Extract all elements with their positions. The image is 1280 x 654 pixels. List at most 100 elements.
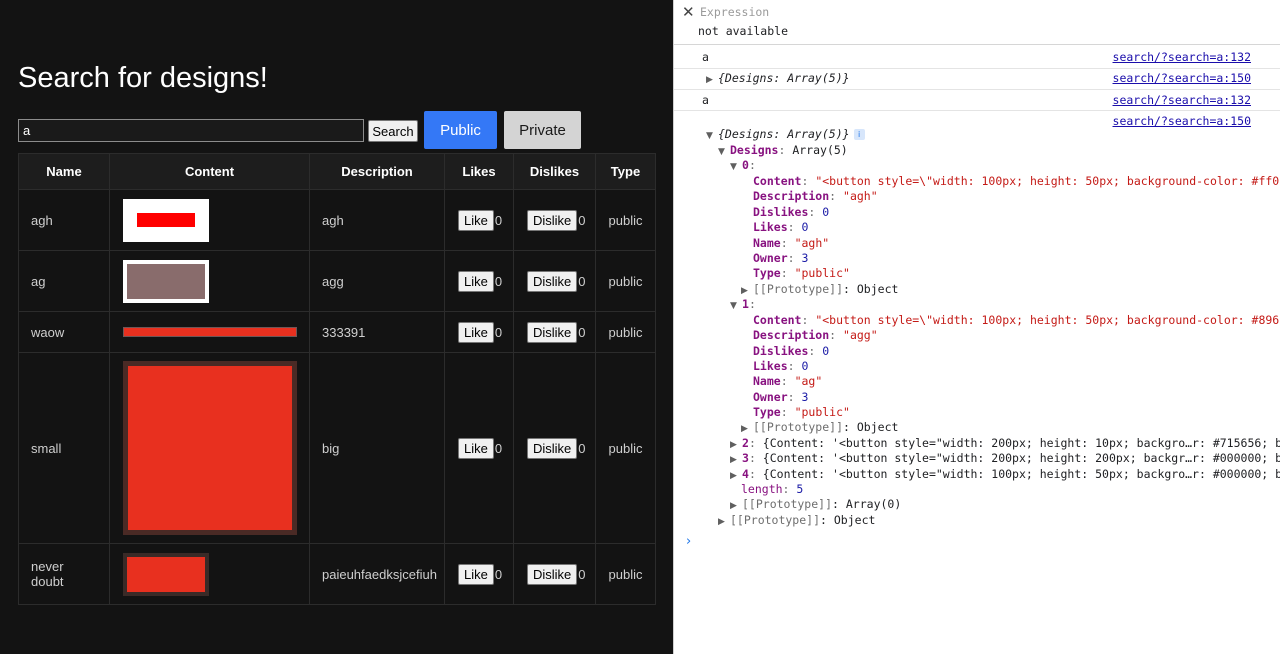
design-description: 333391 xyxy=(309,311,445,353)
close-icon[interactable]: ✕ xyxy=(682,3,695,21)
design-name: ag xyxy=(18,250,110,312)
designs-table: Name Content Description Likes Dislikes … xyxy=(18,153,656,605)
prop-type: Type: "public" xyxy=(753,266,850,280)
public-button[interactable]: Public xyxy=(424,111,497,149)
like-count: 0 xyxy=(494,440,503,456)
dislike-button[interactable]: Dislike xyxy=(527,437,578,459)
expand-triangle-icon[interactable]: ▶ xyxy=(730,455,742,465)
design-description: agh xyxy=(309,189,445,251)
prop-owner: Owner: 3 xyxy=(753,390,809,404)
design-description: agg xyxy=(309,250,445,312)
prop-content: Content: "<button style=\"width: 100px; … xyxy=(753,174,1280,188)
expression-value: not available xyxy=(698,24,789,38)
table-row: ag agg Like 0 Dislike 0 public xyxy=(18,250,656,312)
like-count: 0 xyxy=(494,566,503,582)
object-prototype-row[interactable]: ▶ [[Prototype]]: Object xyxy=(718,513,875,527)
design-preview-button[interactable] xyxy=(123,552,209,596)
design-preview-button[interactable] xyxy=(123,361,297,535)
design-description: big xyxy=(309,352,445,544)
prop-description: Description: "agh" xyxy=(753,189,878,203)
expand-triangle-icon[interactable]: ▶ xyxy=(718,517,730,527)
array-item-1[interactable]: ▼ 1: xyxy=(730,297,756,311)
like-button[interactable]: Like xyxy=(458,270,494,292)
dislike-count: 0 xyxy=(578,273,586,289)
prop-dislikes: Dislikes: 0 xyxy=(753,205,830,219)
header-description: Description xyxy=(309,153,445,190)
page-title: Search for designs! xyxy=(18,62,268,94)
expand-triangle-icon[interactable]: ▶ xyxy=(730,440,742,450)
dislike-button[interactable]: Dislike xyxy=(527,321,578,343)
dislike-button[interactable]: Dislike xyxy=(527,563,578,585)
console-log-text: a xyxy=(702,50,709,64)
collapse-triangle-icon[interactable]: ▼ xyxy=(718,147,730,157)
design-type: public xyxy=(595,311,656,353)
source-link[interactable]: search/?search=a:150 xyxy=(1113,71,1251,85)
expand-triangle-icon[interactable]: ▶ xyxy=(741,424,753,434)
collapse-triangle-icon[interactable]: ▼ xyxy=(730,162,742,172)
expand-triangle-icon[interactable]: ▶ xyxy=(730,501,742,511)
table-row: waow 333391 Like 0 Dislike 0 public xyxy=(18,311,656,353)
dislike-count: 0 xyxy=(578,324,586,340)
expand-triangle-icon[interactable]: ▶ xyxy=(730,471,742,481)
like-count: 0 xyxy=(494,273,503,289)
header-likes: Likes xyxy=(444,153,514,190)
array-item-3[interactable]: ▶ 3: {Content: '<button style="width: 200… xyxy=(730,451,1280,465)
prototype-row[interactable]: ▶ [[Prototype]]: Object xyxy=(741,420,898,434)
collapse-triangle-icon[interactable]: ▼ xyxy=(730,301,742,311)
array-prototype-row[interactable]: ▶ [[Prototype]]: Array(0) xyxy=(730,497,901,511)
array-item-2[interactable]: ▶ 2: {Content: '<button style="width: 200… xyxy=(730,436,1280,450)
design-name: small xyxy=(18,352,110,544)
expression-label: Expression xyxy=(700,5,770,19)
console-log-object[interactable]: ▶ {Designs: Array(5)} xyxy=(706,71,850,85)
expand-triangle-icon[interactable]: ▶ xyxy=(706,75,718,85)
header-dislikes: Dislikes xyxy=(513,153,596,190)
prop-likes: Likes: 0 xyxy=(753,359,809,373)
prop-name: Name: "ag" xyxy=(753,374,823,388)
prop-description: Description: "agg" xyxy=(753,328,878,342)
design-name: never doubt xyxy=(18,543,110,605)
console-prompt-icon[interactable]: › xyxy=(686,534,691,549)
design-preview-button[interactable] xyxy=(123,198,209,242)
collapse-triangle-icon[interactable]: ▼ xyxy=(706,131,718,141)
header-name: Name xyxy=(18,153,110,190)
array-item-4[interactable]: ▶ 4: {Content: '<button style="width: 100… xyxy=(730,467,1280,481)
designs-key[interactable]: ▼ Designs: Array(5) xyxy=(718,143,848,157)
expand-triangle-icon[interactable]: ▶ xyxy=(741,286,753,296)
info-icon: i xyxy=(853,129,865,140)
table-row: never doubt paieuhfaedksjcefiuh Like 0 Di… xyxy=(18,543,656,605)
source-link[interactable]: search/?search=a:132 xyxy=(1113,50,1251,64)
like-button[interactable]: Like xyxy=(458,563,494,585)
dislike-count: 0 xyxy=(578,440,586,456)
like-count: 0 xyxy=(494,324,503,340)
console-log-text: a xyxy=(702,93,709,107)
header-type: Type xyxy=(595,153,656,190)
search-input[interactable] xyxy=(18,119,364,142)
design-preview-button[interactable] xyxy=(123,327,297,337)
design-description: paieuhfaedksjcefiuh xyxy=(309,543,445,605)
source-link[interactable]: search/?search=a:132 xyxy=(1113,93,1251,107)
source-link[interactable]: search/?search=a:150 xyxy=(1113,114,1251,128)
private-button[interactable]: Private xyxy=(504,111,581,149)
design-preview-button[interactable] xyxy=(123,259,209,303)
object-root[interactable]: ▼ {Designs: Array(5)} i xyxy=(706,127,865,141)
design-name: waow xyxy=(18,311,110,353)
like-button[interactable]: Like xyxy=(458,437,494,459)
like-button[interactable]: Like xyxy=(458,321,494,343)
like-button[interactable]: Like xyxy=(458,209,494,231)
live-expression-panel: ✕ Expression not available xyxy=(674,0,1280,45)
dislike-count: 0 xyxy=(578,212,586,228)
design-name: agh xyxy=(18,189,110,251)
web-page: Search for designs! Search Public Privat… xyxy=(0,0,673,654)
dislike-button[interactable]: Dislike xyxy=(527,209,578,231)
design-type: public xyxy=(595,352,656,544)
devtools-console: ✕ Expression not available a search/?sea… xyxy=(673,0,1280,654)
dislike-count: 0 xyxy=(578,566,586,582)
prototype-row[interactable]: ▶ [[Prototype]]: Object xyxy=(741,282,898,296)
design-type: public xyxy=(595,543,656,605)
table-row: agh agh Like 0 Dislike 0 public xyxy=(18,189,656,251)
search-button[interactable]: Search xyxy=(368,120,418,142)
prop-likes: Likes: 0 xyxy=(753,220,809,234)
dislike-button[interactable]: Dislike xyxy=(527,270,578,292)
like-count: 0 xyxy=(494,212,503,228)
array-item-0[interactable]: ▼ 0: xyxy=(730,158,756,172)
